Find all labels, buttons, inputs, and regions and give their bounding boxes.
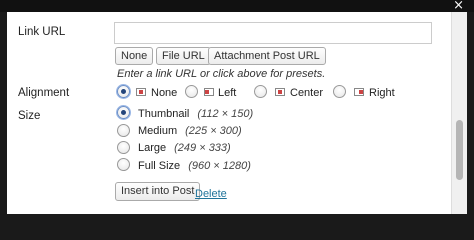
- size-medium-label: Medium: [138, 125, 178, 137]
- link-url-hint: Enter a link URL or click above for pres…: [117, 68, 326, 80]
- insert-into-post-button[interactable]: Insert into Post: [115, 182, 201, 201]
- size-medium-dims: (225 × 300): [185, 125, 242, 137]
- size-label: Size: [18, 110, 41, 122]
- size-thumbnail-label: Thumbnail: [138, 108, 190, 120]
- size-full-option: Full Size (960 × 1280): [138, 160, 251, 172]
- size-large-dims: (249 × 333): [174, 142, 231, 154]
- align-right-icon: [354, 88, 364, 96]
- media-dialog: × Link URL None File URL Attachment Post…: [0, 0, 474, 220]
- size-thumbnail-dims: (112 × 150): [197, 108, 254, 120]
- size-thumbnail-radio[interactable]: [117, 106, 130, 119]
- alignment-none-radio[interactable]: [117, 85, 130, 98]
- size-large-label: Large: [138, 142, 167, 154]
- close-icon[interactable]: ×: [453, 0, 464, 12]
- size-thumbnail-option: Thumbnail (112 × 150): [138, 108, 253, 120]
- alignment-center-radio[interactable]: [254, 85, 267, 98]
- align-none-icon: [136, 88, 146, 96]
- preset-attachment-post-url-button[interactable]: Attachment Post URL: [208, 47, 326, 65]
- dialog-title-bar: ×: [0, 0, 474, 12]
- alignment-left-label: Left: [218, 87, 237, 99]
- align-center-icon: [275, 88, 285, 96]
- size-medium-option: Medium (225 × 300): [138, 125, 242, 137]
- alignment-left-radio[interactable]: [185, 85, 198, 98]
- delete-link[interactable]: Delete: [195, 188, 227, 200]
- size-full-radio[interactable]: [117, 158, 130, 171]
- scrollbar-thumb[interactable]: [456, 120, 463, 180]
- attachment-settings-panel: Link URL None File URL Attachment Post U…: [7, 12, 451, 214]
- alignment-label: Alignment: [18, 87, 70, 99]
- link-url-input[interactable]: [114, 22, 432, 44]
- alignment-none-label: None: [151, 87, 178, 99]
- size-full-dims: (960 × 1280): [188, 160, 251, 172]
- alignment-center-label: Center: [290, 87, 324, 99]
- size-large-radio[interactable]: [117, 141, 130, 154]
- size-full-label: Full Size: [138, 160, 181, 172]
- alignment-right-label: Right: [369, 87, 395, 99]
- size-large-option: Large (249 × 333): [138, 142, 231, 154]
- preset-none-button[interactable]: None: [115, 47, 154, 65]
- size-medium-radio[interactable]: [117, 124, 130, 137]
- link-url-label: Link URL: [18, 26, 66, 38]
- alignment-right-radio[interactable]: [333, 85, 346, 98]
- preset-file-url-button[interactable]: File URL: [156, 47, 211, 65]
- align-left-icon: [204, 88, 214, 96]
- scrollbar[interactable]: [451, 12, 467, 214]
